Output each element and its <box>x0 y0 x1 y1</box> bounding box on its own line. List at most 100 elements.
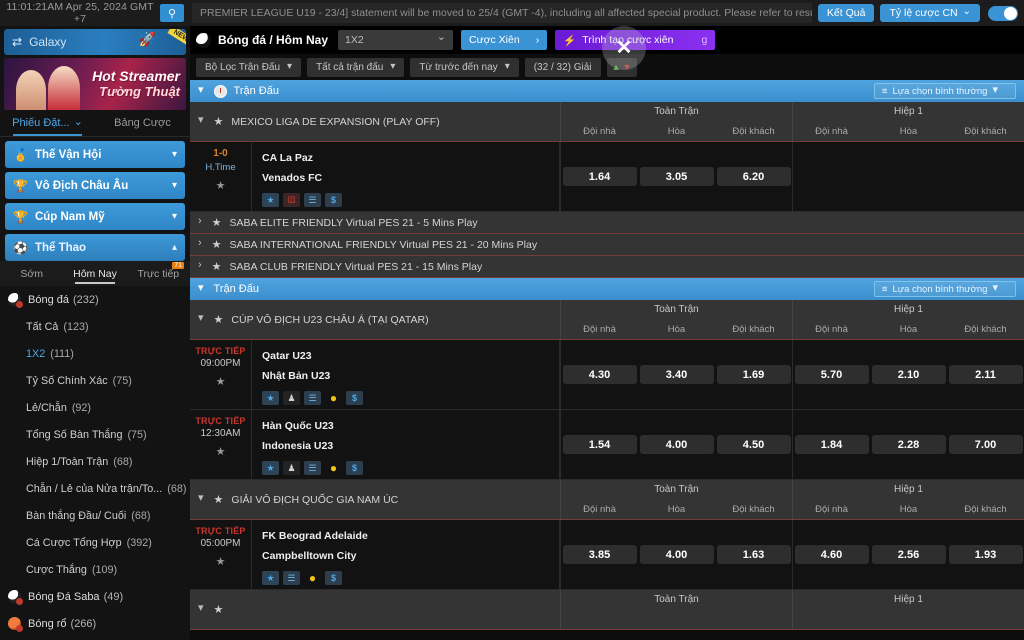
sidebar-sport-football[interactable]: Bóng đá (232) <box>0 286 190 313</box>
dollar-icon[interactable]: $ <box>325 193 342 207</box>
league-header-south-australia[interactable]: ▾ ★ GIẢI VÔ ĐỊCH QUỐC GIA NAM ÚC Toàn Tr… <box>190 480 1024 520</box>
favorite-icon[interactable]: ★ <box>262 571 279 585</box>
odds-draw-full[interactable]: 4.00 <box>639 545 714 564</box>
odds-draw-half[interactable]: 2.10 <box>871 365 946 384</box>
results-button[interactable]: Kết Quả <box>817 4 875 22</box>
league-header-saba-elite[interactable]: › ★ SABA ELITE FRIENDLY Virtual PES 21 -… <box>190 212 1024 234</box>
star-icon[interactable]: ★ <box>212 216 222 229</box>
match-list-scroll[interactable]: ▾ Trận Đấu ≡ Lựa chọn bình thường ▾ ▾ ★ … <box>190 80 1024 640</box>
favorite-icon[interactable]: ★ <box>262 461 279 475</box>
dollar-icon[interactable]: $ <box>346 461 363 475</box>
favorite-icon[interactable]: ★ <box>262 193 279 207</box>
dollar-icon[interactable]: $ <box>346 391 363 405</box>
league-header-saba-intl[interactable]: › ★ SABA INTERNATIONAL FRIENDLY Virtual … <box>190 234 1024 256</box>
star-icon[interactable]: ★ <box>216 375 226 388</box>
odds-away-full[interactable]: 6.20 <box>716 167 791 186</box>
odds-draw-full[interactable]: 3.40 <box>639 365 714 384</box>
odds-home-full[interactable]: 1.64 <box>562 167 637 186</box>
time-range-button[interactable]: Từ trước đến nay ▾ <box>410 57 519 77</box>
lineup-icon[interactable]: ♟ <box>283 461 300 475</box>
odds-type-button[interactable]: Tỷ lệ cược CN <box>880 4 980 22</box>
parlay-builder-button[interactable]: ⚡ Trình tạo cược xiên g <box>555 30 716 50</box>
galaxy-banner[interactable]: ⇄ Galaxy 🚀 NEW <box>4 29 186 55</box>
star-icon[interactable]: ★ <box>216 179 226 192</box>
match-filter-button[interactable]: Bộ Lọc Trận Đấu ▾ <box>196 57 302 77</box>
odds-away-full[interactable]: 1.69 <box>716 365 791 384</box>
subtab-early[interactable]: Sớm <box>0 261 63 286</box>
statistics-icon[interactable]: ☰ <box>304 391 321 405</box>
coin-icon[interactable]: ● <box>325 461 342 475</box>
odds-away-half[interactable]: 7.00 <box>948 435 1023 454</box>
star-icon[interactable]: ★ <box>212 238 222 251</box>
sidebar-item-olympics[interactable]: 🏅 Thế Vận Hội ▾ <box>5 141 185 168</box>
subtab-live[interactable]: Trực tiếp 71 <box>127 261 190 286</box>
odds-home-full[interactable]: 4.30 <box>562 365 637 384</box>
odds-away-half[interactable]: 1.93 <box>948 545 1023 564</box>
star-icon[interactable]: ★ <box>214 115 224 128</box>
sidebar-item-sports[interactable]: ⚽ Thể Thao ▴ <box>5 234 185 261</box>
parlay-button[interactable]: Cược Xiên › <box>461 30 548 50</box>
tab-bet-list[interactable]: Bảng Cược <box>95 110 190 136</box>
section-header-2[interactable]: ▾ Trận Đấu ≡ Lựa chọn bình thường ▾ <box>190 278 1024 300</box>
dollar-icon[interactable]: $ <box>325 571 342 585</box>
search-icon[interactable]: ⚲ <box>160 4 184 22</box>
odds-toggle[interactable] <box>988 5 1018 21</box>
odds-draw-full[interactable]: 3.05 <box>639 167 714 186</box>
star-icon[interactable]: ★ <box>216 445 226 458</box>
star-icon[interactable]: ★ <box>214 313 224 326</box>
sidebar-market-half-odd-even[interactable]: Chẵn / Lẻ của Nửa trận/To... (68) <box>0 475 190 502</box>
statistics-icon[interactable]: ☰ <box>304 461 321 475</box>
star-icon[interactable]: ★ <box>214 603 224 616</box>
star-icon[interactable]: ★ <box>214 493 224 506</box>
league-header-u23[interactable]: ▾ ★ CÚP VÔ ĐỊCH U23 CHÂU Á (TẠI QATAR) T… <box>190 300 1024 340</box>
col-draw-h1-1: Hòa <box>899 125 918 137</box>
sort-updown-icon[interactable]: ▲ ▼ <box>606 57 637 77</box>
odds-home-full[interactable]: 1.54 <box>562 435 637 454</box>
star-icon[interactable]: ★ <box>216 555 226 568</box>
normal-select-dropdown-1[interactable]: ≡ Lựa chọn bình thường ▾ <box>873 83 1016 99</box>
odds-away-half[interactable]: 2.11 <box>948 365 1023 384</box>
league-header-saba-club[interactable]: › ★ SABA CLUB FRIENDLY Virtual PES 21 - … <box>190 256 1024 278</box>
subtab-today[interactable]: Hôm Nay <box>63 261 126 286</box>
odds-away-full[interactable]: 1.63 <box>716 545 791 564</box>
sidebar-market-correct-score[interactable]: Tỷ Số Chính Xác (75) <box>0 367 190 394</box>
tab-bet-slip[interactable]: Phiếu Đặt... <box>0 110 95 136</box>
star-icon[interactable]: ★ <box>212 260 222 273</box>
section-header-1[interactable]: ▾ Trận Đấu ≡ Lựa chọn bình thường ▾ <box>190 80 1024 102</box>
sidebar-market-total-goals[interactable]: Tổng Số Bàn Thắng (75) <box>0 421 190 448</box>
match-row: TRỰC TIẾP 05:00PM ★ FK Beograd Adelaide … <box>190 520 1024 590</box>
odds-home-half[interactable]: 5.70 <box>794 365 869 384</box>
sidebar-item-copa[interactable]: 🏆 Cúp Nam Mỹ ▾ <box>5 203 185 230</box>
league-header-mexico[interactable]: ▾ ★ MEXICO LIGA DE EXPANSION (PLAY OFF) … <box>190 102 1024 142</box>
statistics-icon[interactable]: ☰ <box>283 571 300 585</box>
odds-home-full[interactable]: 3.85 <box>562 545 637 564</box>
league-count-button[interactable]: (32 / 32) Giải <box>524 57 601 77</box>
odds-home-half[interactable]: 1.84 <box>794 435 869 454</box>
hot-streamer-promo[interactable]: Hot Streamer Tường Thuật <box>4 58 186 110</box>
sidebar-market-odd-even[interactable]: Lẻ/Chẵn (92) <box>0 394 190 421</box>
coin-icon[interactable]: ● <box>304 571 321 585</box>
statistics-icon[interactable]: ☰ <box>304 193 321 207</box>
sidebar-market-half-full[interactable]: Hiệp 1/Toàn Trận (68) <box>0 448 190 475</box>
all-matches-button[interactable]: Tất cả trận đấu ▾ <box>307 57 405 77</box>
dice-icon[interactable]: ⚄ <box>283 193 300 207</box>
sidebar-sport-saba-football[interactable]: Bóng Đá Saba (49) <box>0 583 190 610</box>
sidebar-item-euro[interactable]: 🏆 Vô Địch Châu Âu ▾ <box>5 172 185 199</box>
sidebar-market-1x2[interactable]: 1X2 (111) <box>0 340 190 367</box>
odds-draw-half[interactable]: 2.56 <box>871 545 946 564</box>
odds-home-half[interactable]: 4.60 <box>794 545 869 564</box>
sidebar-market-first-last-goal[interactable]: Bàn thắng Đầu/ Cuối (68) <box>0 502 190 529</box>
favorite-icon[interactable]: ★ <box>262 391 279 405</box>
sidebar-market-outright[interactable]: Cược Thắng (109) <box>0 556 190 583</box>
sidebar-market-all[interactable]: Tất Cả (123) <box>0 313 190 340</box>
league-header-next-partial[interactable]: ▾ ★ Toàn Trận Hiệp 1 <box>190 590 1024 630</box>
sidebar-market-mix-parlay[interactable]: Cá Cược Tổng Hợp (392) <box>0 529 190 556</box>
sidebar-sport-basketball[interactable]: Bóng rổ (266) <box>0 610 190 637</box>
market-select[interactable]: 1X2 <box>338 30 454 50</box>
odds-away-full[interactable]: 4.50 <box>716 435 791 454</box>
lineup-icon[interactable]: ♟ <box>283 391 300 405</box>
odds-draw-full[interactable]: 4.00 <box>639 435 714 454</box>
coin-icon[interactable]: ● <box>325 391 342 405</box>
odds-draw-half[interactable]: 2.28 <box>871 435 946 454</box>
normal-select-dropdown-2[interactable]: ≡ Lựa chọn bình thường ▾ <box>873 281 1016 297</box>
